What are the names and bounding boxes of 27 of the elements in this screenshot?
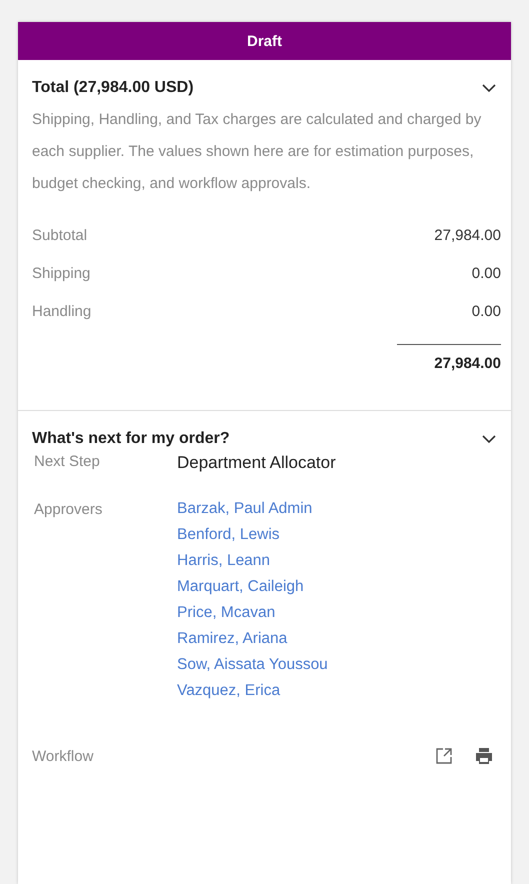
status-banner: Draft [18, 22, 511, 60]
approver-link[interactable]: Benford, Lewis [177, 525, 497, 545]
approver-link[interactable]: Price, Mcavan [177, 603, 497, 623]
section-title: What's next for my order? [32, 430, 230, 448]
line-value: 0.00 [472, 302, 501, 320]
approver-link[interactable]: Ramirez, Ariana [177, 629, 497, 649]
approver-link[interactable]: Marquart, Caileigh [177, 577, 497, 597]
next-step-value: Department Allocator [177, 453, 337, 473]
approver-link[interactable]: Harris, Leann [177, 551, 497, 571]
workflow-label: Workflow [32, 748, 94, 764]
print-button[interactable] [475, 747, 493, 765]
approver-link[interactable]: Sow, Aissata Youssou [177, 655, 497, 675]
line-label: Handling [32, 302, 92, 320]
approver-link[interactable]: Barzak, Paul Admin [177, 499, 497, 519]
line-value: 27,984.00 [434, 226, 501, 244]
section-title: Total (27,984.00 USD) [32, 79, 194, 97]
printer-icon [475, 747, 493, 765]
approvers-label: Approvers [34, 501, 104, 520]
approver-link[interactable]: Vazquez, Erica [177, 681, 497, 701]
line-label: Shipping [32, 264, 90, 282]
line-label: Subtotal [32, 226, 88, 244]
line-value: 0.00 [472, 264, 501, 282]
total-value: 27,984.00 [397, 344, 501, 372]
next-step-label: Next Step [34, 453, 101, 472]
open-external-icon [435, 747, 453, 765]
charges-note: Shipping, Handling, and Tax charges are calculated and charged by each supplier. The values shown here are for estimation purposes, budget checking, and workflow approvals. [32, 110, 482, 194]
open-external-button[interactable] [435, 747, 453, 765]
